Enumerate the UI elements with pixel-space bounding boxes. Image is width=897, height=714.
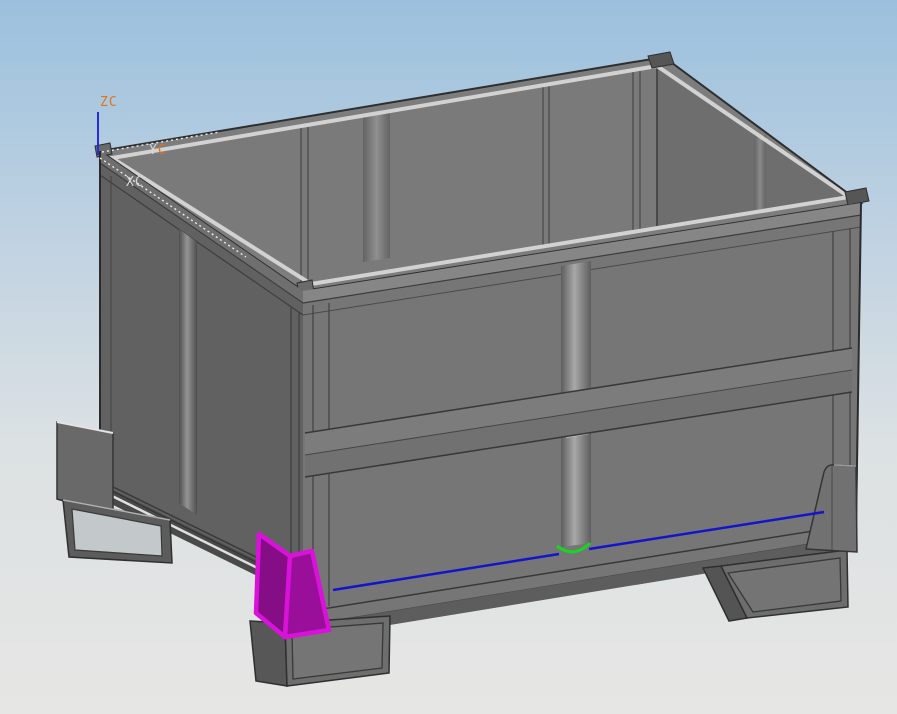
interior-cylinder-stiffener-right[interactable] (754, 135, 766, 213)
wcs-y-label: YC (149, 143, 167, 158)
front-cylinder-upper[interactable] (561, 261, 591, 393)
wcs-x-label: XC (126, 175, 144, 190)
cad-canvas[interactable]: ZC YC XC (0, 0, 897, 714)
front-cylinder-lower[interactable] (561, 432, 591, 547)
cad-viewport[interactable]: ZC YC XC (0, 0, 897, 714)
left-cylinder-stiffener[interactable] (179, 229, 197, 515)
wcs-z-label: ZC (100, 95, 118, 110)
interior-cylinder-stiffener[interactable] (363, 112, 390, 262)
